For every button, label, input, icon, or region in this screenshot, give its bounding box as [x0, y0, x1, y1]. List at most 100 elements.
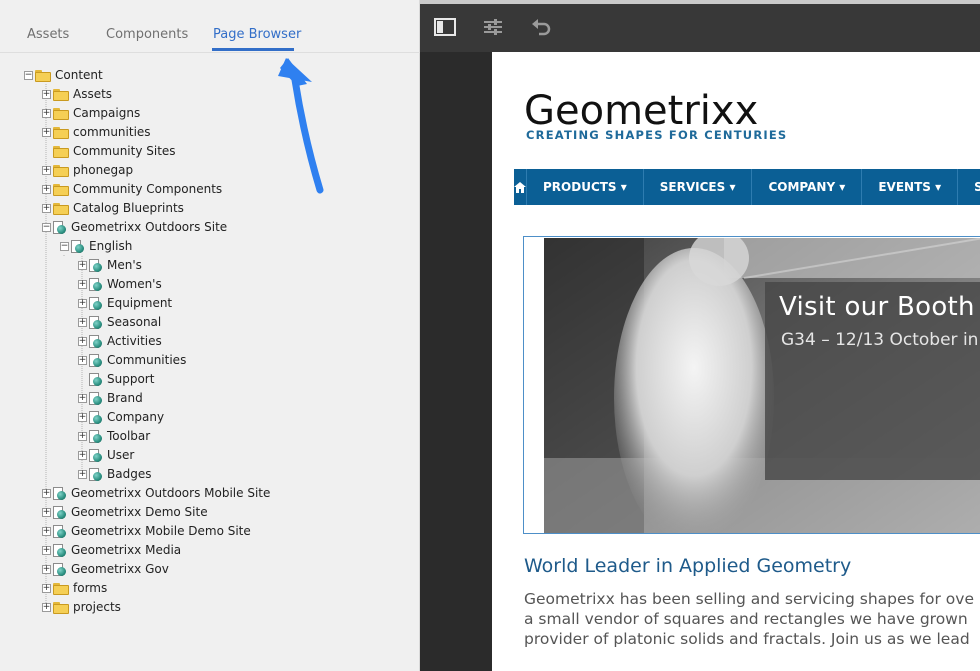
- expand-icon[interactable]: +: [42, 204, 51, 213]
- tree-node[interactable]: Support: [78, 370, 154, 389]
- tree-node-label[interactable]: Communities: [107, 351, 186, 370]
- tree-node-label[interactable]: Geometrixx Outdoors Site: [71, 218, 227, 237]
- expand-icon[interactable]: +: [42, 584, 51, 593]
- tree-node-label[interactable]: Support: [107, 370, 154, 389]
- tree-node-label[interactable]: English: [89, 237, 132, 256]
- tree-node-label[interactable]: Content: [55, 66, 103, 85]
- tree-node[interactable]: + User: [78, 446, 134, 465]
- tree-node[interactable]: + Geometrixx Gov: [42, 560, 169, 579]
- tree-node-label[interactable]: Community Sites: [73, 142, 176, 161]
- article-title[interactable]: World Leader in Applied Geometry: [524, 555, 851, 577]
- page-icon: [89, 258, 103, 273]
- expand-icon[interactable]: +: [78, 394, 87, 403]
- expand-icon[interactable]: +: [78, 299, 87, 308]
- tree-node[interactable]: + projects: [42, 598, 121, 617]
- tree-node[interactable]: + communities: [42, 123, 151, 142]
- tree-node[interactable]: + phonegap: [42, 161, 133, 180]
- tree-node[interactable]: + Men's: [78, 256, 142, 275]
- expand-icon[interactable]: +: [42, 185, 51, 194]
- expand-icon[interactable]: +: [78, 470, 87, 479]
- tree-node-label[interactable]: Catalog Blueprints: [73, 199, 184, 218]
- expand-icon[interactable]: +: [42, 489, 51, 498]
- expand-icon[interactable]: +: [42, 109, 51, 118]
- tree-node[interactable]: + Geometrixx Outdoors Mobile Site: [42, 484, 270, 503]
- page-properties-icon[interactable]: [480, 14, 506, 40]
- tree-node[interactable]: + Community Components: [42, 180, 222, 199]
- expand-icon[interactable]: +: [78, 261, 87, 270]
- expand-icon[interactable]: +: [42, 508, 51, 517]
- expand-icon[interactable]: +: [42, 90, 51, 99]
- expand-icon[interactable]: +: [78, 337, 87, 346]
- tree-node[interactable]: − English: [60, 237, 132, 256]
- expand-icon[interactable]: +: [78, 451, 87, 460]
- tree-node[interactable]: + Geometrixx Mobile Demo Site: [42, 522, 251, 541]
- tree-node[interactable]: + Toolbar: [78, 427, 150, 446]
- collapse-icon[interactable]: −: [42, 223, 51, 232]
- tree-node-label[interactable]: Assets: [73, 85, 112, 104]
- hero-carousel[interactable]: Visit our Booth G34 – 12/13 October in: [523, 236, 980, 534]
- expand-icon[interactable]: +: [78, 280, 87, 289]
- tree-node[interactable]: + Campaigns: [42, 104, 140, 123]
- tree-node-label[interactable]: Geometrixx Mobile Demo Site: [71, 522, 251, 541]
- tree-node-label[interactable]: projects: [73, 598, 121, 617]
- tree-node-label[interactable]: Brand: [107, 389, 143, 408]
- tree-node-label[interactable]: Toolbar: [107, 427, 150, 446]
- hero-title: Visit our Booth: [779, 292, 975, 322]
- tree-node-label[interactable]: Company: [107, 408, 164, 427]
- tree-node-label[interactable]: communities: [73, 123, 151, 142]
- tree-node[interactable]: − Geometrixx Outdoors Site: [42, 218, 227, 237]
- expand-icon[interactable]: +: [42, 128, 51, 137]
- expand-icon[interactable]: +: [42, 527, 51, 536]
- tree-node-label[interactable]: Seasonal: [107, 313, 161, 332]
- tree-node-label[interactable]: Women's: [107, 275, 162, 294]
- nav-item-products[interactable]: PRODUCTS ▾: [527, 169, 644, 205]
- tree-node[interactable]: − Content: [24, 66, 103, 85]
- expand-icon[interactable]: +: [78, 432, 87, 441]
- tree-node-label[interactable]: Badges: [107, 465, 151, 484]
- tree-node[interactable]: + forms: [42, 579, 107, 598]
- page-preview[interactable]: Geometrixx CREATING SHAPES FOR CENTURIES…: [492, 52, 980, 671]
- tree-node[interactable]: + Geometrixx Media: [42, 541, 181, 560]
- expand-icon[interactable]: +: [42, 603, 51, 612]
- nav-item-services[interactable]: SERVICES ▾: [644, 169, 753, 205]
- tree-node-label[interactable]: Activities: [107, 332, 162, 351]
- tree-node[interactable]: + Seasonal: [78, 313, 161, 332]
- tree-node[interactable]: + Brand: [78, 389, 143, 408]
- tree-node-label[interactable]: Geometrixx Outdoors Mobile Site: [71, 484, 270, 503]
- expand-icon[interactable]: +: [78, 413, 87, 422]
- collapse-icon[interactable]: −: [24, 71, 33, 80]
- nav-home-icon[interactable]: [514, 169, 527, 205]
- tree-node[interactable]: + Communities: [78, 351, 186, 370]
- expand-icon[interactable]: +: [78, 356, 87, 365]
- expand-icon[interactable]: +: [42, 166, 51, 175]
- tree-node-label[interactable]: User: [107, 446, 134, 465]
- tree-node-label[interactable]: Campaigns: [73, 104, 140, 123]
- tree-node-label[interactable]: Geometrixx Media: [71, 541, 181, 560]
- nav-item-company[interactable]: COMPANY ▾: [752, 169, 863, 205]
- nav-item-support[interactable]: SU: [958, 169, 980, 205]
- sidepanel-toggle-icon[interactable]: [432, 14, 458, 40]
- tree-node[interactable]: + Assets: [42, 85, 112, 104]
- tree-node-label[interactable]: Geometrixx Gov: [71, 560, 169, 579]
- tree-node[interactable]: + Catalog Blueprints: [42, 199, 184, 218]
- expand-icon[interactable]: +: [78, 318, 87, 327]
- tree-node[interactable]: + Equipment: [78, 294, 172, 313]
- tree-node[interactable]: + Women's: [78, 275, 162, 294]
- tree-node-label[interactable]: phonegap: [73, 161, 133, 180]
- tree-node[interactable]: Community Sites: [42, 142, 176, 161]
- tree-node-label[interactable]: Men's: [107, 256, 142, 275]
- tree-node-label[interactable]: Equipment: [107, 294, 172, 313]
- tree-node[interactable]: + Company: [78, 408, 164, 427]
- article-line: provider of platonic solids and fractals…: [524, 630, 970, 648]
- tree-node[interactable]: + Activities: [78, 332, 162, 351]
- collapse-icon[interactable]: −: [60, 242, 69, 251]
- tree-node-label[interactable]: forms: [73, 579, 107, 598]
- nav-item-events[interactable]: EVENTS ▾: [862, 169, 959, 205]
- undo-icon[interactable]: [528, 14, 554, 40]
- expand-icon[interactable]: +: [42, 565, 51, 574]
- expand-icon[interactable]: +: [42, 546, 51, 555]
- tree-node[interactable]: + Geometrixx Demo Site: [42, 503, 208, 522]
- tree-node[interactable]: + Badges: [78, 465, 151, 484]
- tree-node-label[interactable]: Community Components: [73, 180, 222, 199]
- tree-node-label[interactable]: Geometrixx Demo Site: [71, 503, 208, 522]
